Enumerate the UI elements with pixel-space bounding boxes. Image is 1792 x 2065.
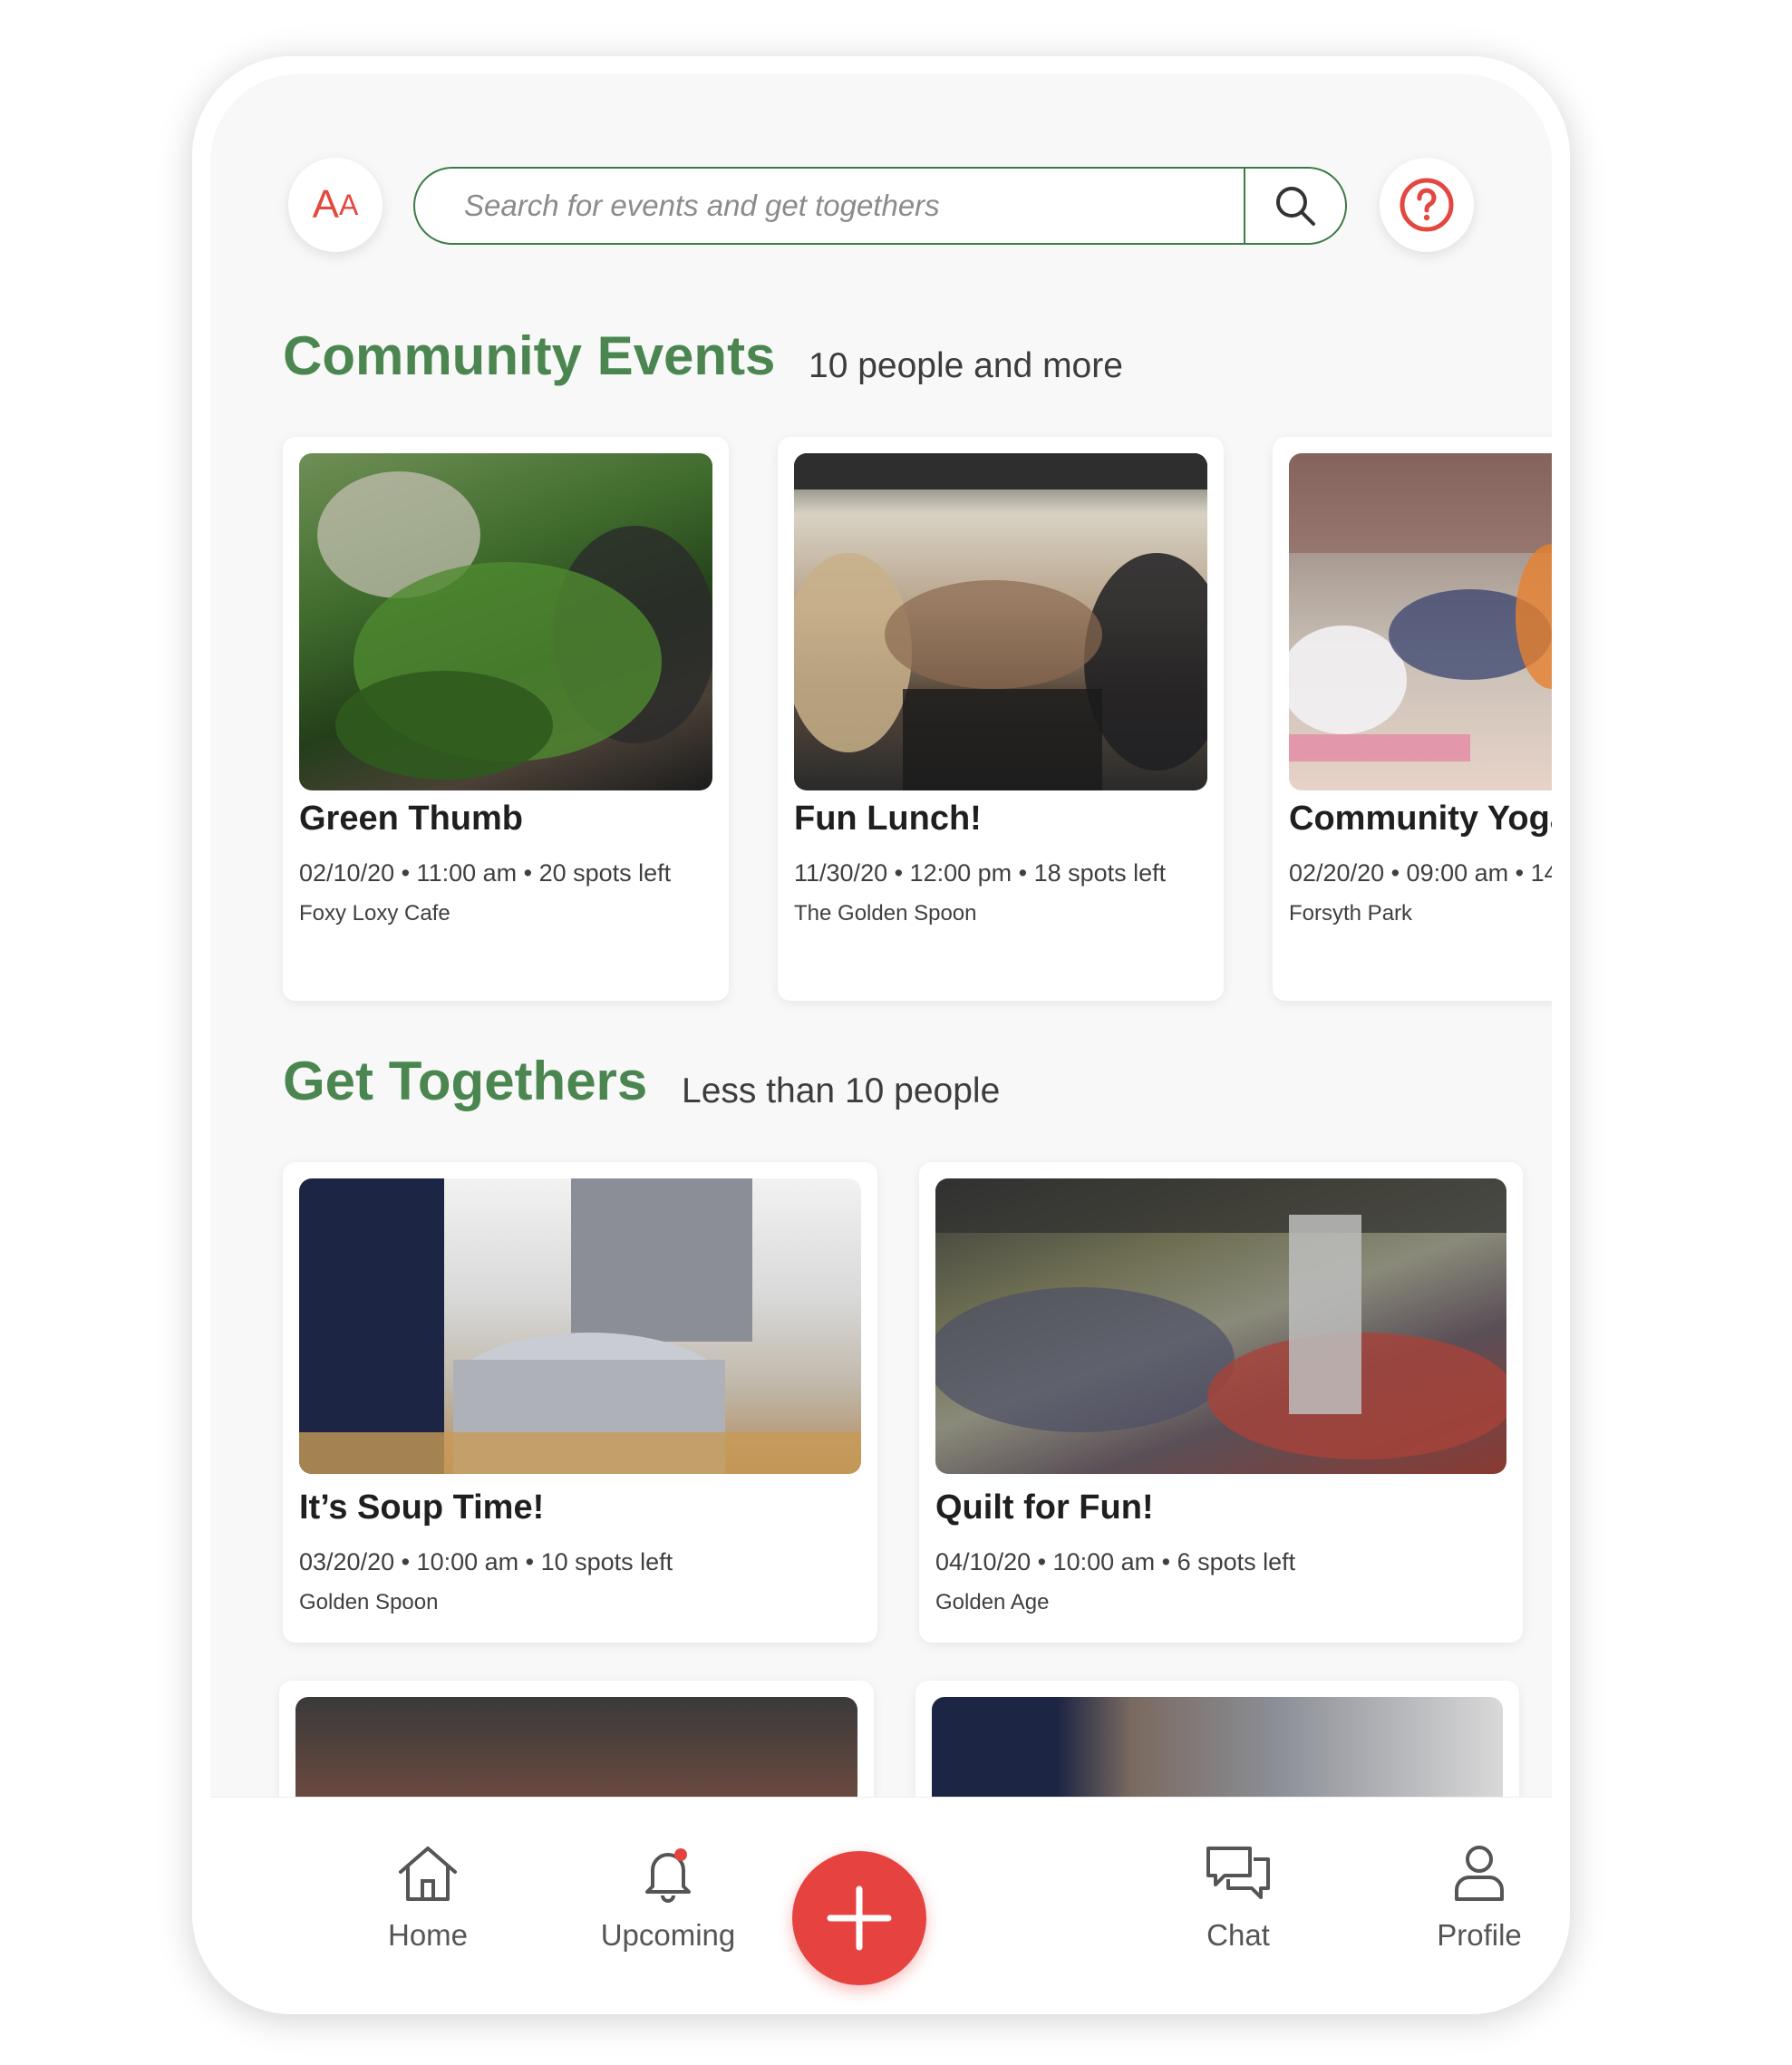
event-location: The Golden Spoon bbox=[794, 901, 977, 926]
search-bar[interactable]: Search for events and get togethers bbox=[413, 167, 1347, 245]
nav-chat-label: Chat bbox=[1206, 1918, 1270, 1952]
event-title: Fun Lunch! bbox=[794, 800, 982, 838]
together-card-partial[interactable] bbox=[279, 1681, 874, 1797]
event-meta: 04/10/20 • 10:00 am • 6 spots left bbox=[935, 1548, 1296, 1575]
event-photo bbox=[935, 1178, 1506, 1474]
event-meta: 02/10/20 • 11:00 am • 20 spots left bbox=[299, 859, 672, 887]
together-card-soup-time[interactable]: It’s Soup Time! 03/20/20 • 10:00 am • 10… bbox=[283, 1162, 877, 1643]
get-togethers-title: Get Togethers bbox=[283, 1051, 648, 1111]
user-icon bbox=[1455, 1846, 1504, 1901]
event-title: It’s Soup Time! bbox=[299, 1488, 545, 1527]
event-photo bbox=[295, 1697, 857, 1797]
bell-icon bbox=[645, 1848, 691, 1903]
question-circle-icon bbox=[1400, 178, 1454, 232]
nav-home[interactable]: Home bbox=[337, 1843, 518, 1953]
get-togethers-subtitle: Less than 10 people bbox=[682, 1071, 1001, 1110]
event-location: Golden Age bbox=[935, 1590, 1050, 1614]
event-title: Community Yoga bbox=[1289, 800, 1552, 838]
nav-profile-label: Profile bbox=[1437, 1918, 1522, 1952]
search-button[interactable] bbox=[1244, 169, 1345, 243]
event-card-community-yoga[interactable]: Community Yoga 02/20/20 • 09:00 am • 14 … bbox=[1273, 437, 1552, 1001]
nav-upcoming[interactable]: Upcoming bbox=[577, 1843, 759, 1953]
chat-icon bbox=[1206, 1847, 1270, 1899]
event-location: Forsyth Park bbox=[1289, 901, 1413, 926]
event-title: Quilt for Fun! bbox=[935, 1488, 1154, 1527]
event-photo bbox=[299, 1178, 861, 1474]
search-input[interactable]: Search for events and get togethers bbox=[415, 189, 1244, 223]
search-icon bbox=[1276, 187, 1315, 226]
nav-upcoming-label: Upcoming bbox=[600, 1918, 736, 1952]
nav-profile[interactable]: Profile bbox=[1389, 1843, 1570, 1953]
together-card-quilt-for-fun[interactable]: Quilt for Fun! 04/10/20 • 10:00 am • 6 s… bbox=[919, 1162, 1523, 1643]
event-photo bbox=[1289, 453, 1552, 790]
event-location: Golden Spoon bbox=[299, 1590, 439, 1614]
phone-frame: AA Search for events and get togethers C… bbox=[192, 56, 1570, 2014]
text-size-icon-small: A bbox=[339, 188, 359, 221]
event-card-fun-lunch[interactable]: Fun Lunch! 11/30/20 • 12:00 pm • 18 spot… bbox=[778, 437, 1224, 1001]
home-icon bbox=[399, 1847, 457, 1901]
nav-home-label: Home bbox=[387, 1918, 469, 1952]
text-size-button[interactable]: AA bbox=[288, 158, 383, 252]
event-meta: 03/20/20 • 10:00 am • 10 spots left bbox=[299, 1548, 673, 1575]
event-title: Green Thumb bbox=[299, 800, 524, 838]
event-photo bbox=[794, 453, 1207, 790]
add-event-button[interactable] bbox=[792, 1851, 926, 1985]
text-size-icon-large: A bbox=[312, 182, 339, 227]
event-location: Foxy Loxy Cafe bbox=[299, 901, 450, 926]
event-photo bbox=[299, 453, 712, 790]
nav-chat[interactable]: Chat bbox=[1148, 1843, 1329, 1953]
together-card-partial[interactable] bbox=[915, 1681, 1519, 1797]
event-meta: 02/20/20 • 09:00 am • 14 bbox=[1289, 859, 1552, 887]
plus-icon bbox=[827, 1886, 892, 1951]
event-photo bbox=[932, 1697, 1503, 1797]
community-events-subtitle: 10 people and more bbox=[809, 346, 1123, 385]
home-screen: AA Search for events and get togethers C… bbox=[210, 74, 1552, 1797]
community-events-title: Community Events bbox=[283, 325, 776, 386]
help-button[interactable] bbox=[1380, 158, 1474, 252]
event-card-green-thumb[interactable]: Green Thumb 02/10/20 • 11:00 am • 20 spo… bbox=[283, 437, 729, 1001]
event-meta: 11/30/20 • 12:00 pm • 18 spots left bbox=[794, 859, 1167, 887]
